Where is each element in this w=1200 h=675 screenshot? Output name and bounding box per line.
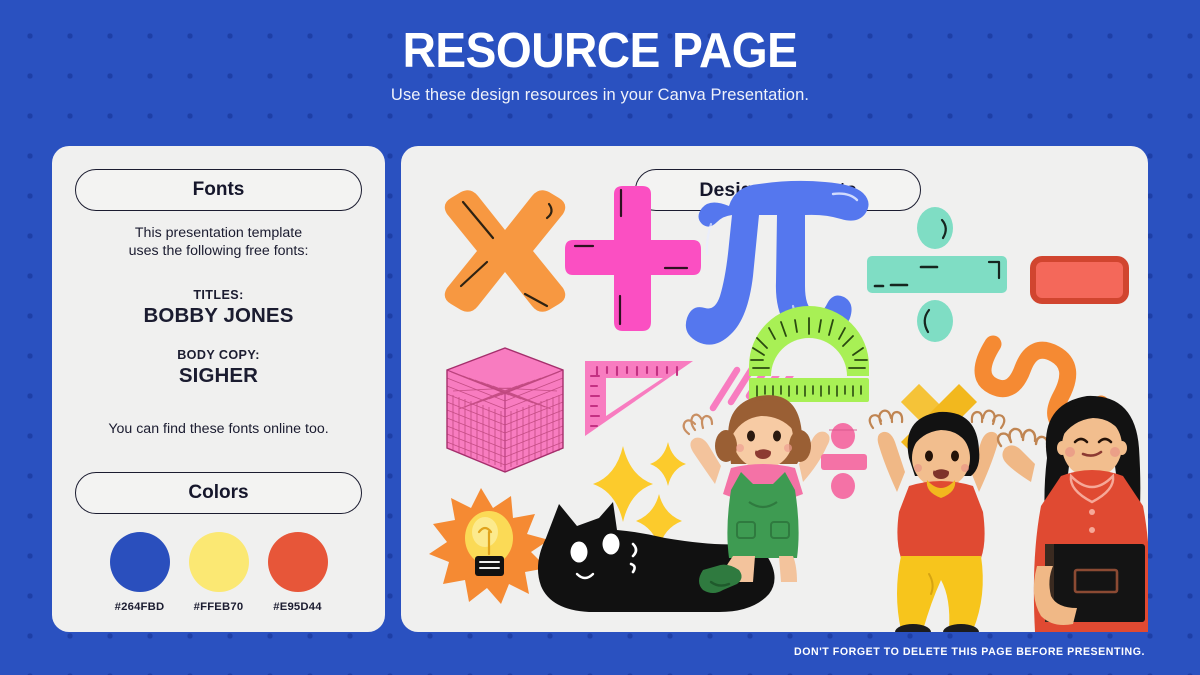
color-swatch[interactable]: #FFEB70 [188,532,250,613]
multiply-x-icon [444,190,566,312]
fonts-online-note: You can find these fonts online too. [108,421,329,438]
slide-header: RESOURCE PAGE Use these design resources… [0,0,1200,105]
fonts-and-colors-card: Fonts This presentation template uses th… [52,146,385,632]
design-elements-card: Design Elements [401,146,1148,632]
lightbulb-burst-icon [429,488,549,604]
titles-font-name: BOBBY JONES [143,304,294,328]
color-swatch-list: #264FBD #FFEB70 #E95D44 [75,532,362,613]
page-subtitle: Use these design resources in your Canva… [390,85,810,104]
slide-background: RESOURCE PAGE Use these design resources… [0,0,1200,675]
design-elements-canvas [401,146,1148,632]
color-swatch[interactable]: #264FBD [109,532,171,613]
titles-font-label: TITLES: [193,288,244,303]
colors-pill-label: Colors [188,482,249,503]
pink-cube-icon [446,347,564,473]
boy-character-icon [868,409,1006,632]
divide-icon [867,207,1007,342]
colors-section-pill[interactable]: Colors [75,472,362,514]
body-font-name: SIGHER [178,364,259,388]
color-swatch-hex: #FFEB70 [193,601,244,613]
protractor-icon [749,306,869,402]
color-swatch-dot [267,532,328,592]
color-swatch-hex: #264FBD [114,601,165,613]
fonts-description: This presentation template uses the foll… [52,224,385,437]
delete-page-note: DON'T FORGET TO DELETE THIS PAGE BEFORE … [794,646,1145,658]
fonts-pill-label: Fonts [192,179,245,200]
color-swatch-dot [109,532,170,592]
page-title: RESOURCE PAGE [402,24,798,78]
set-square-ruler-icon [585,361,693,436]
plus-icon [565,186,701,331]
fonts-intro-line-1: This presentation template [134,225,303,241]
color-swatch-hex: #E95D44 [273,601,322,613]
color-swatch-dot [188,532,249,592]
minus-rectangle-icon [1030,256,1129,304]
fonts-intro-line-2: uses the following free fonts: [128,243,309,260]
color-swatch[interactable]: #E95D44 [267,532,329,613]
fonts-section-pill[interactable]: Fonts [75,169,362,211]
woman-character-icon [996,395,1148,632]
body-font-label: BODY COPY: [177,348,260,363]
